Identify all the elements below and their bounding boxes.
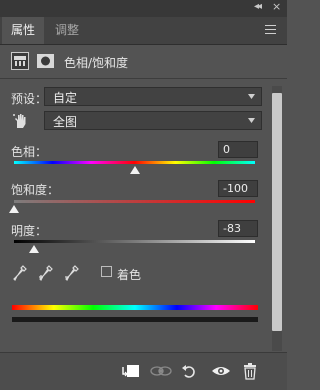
hand-target-icon[interactable] bbox=[12, 112, 30, 130]
scrollbar-thumb[interactable] bbox=[272, 93, 282, 331]
panel-title-bar: ◂◂ × bbox=[0, 0, 287, 17]
hue-input[interactable]: 0 bbox=[218, 141, 258, 158]
eyedropper-subtract-icon[interactable] bbox=[63, 264, 81, 282]
preset-value: 自定 bbox=[53, 91, 78, 105]
channel-value: 全图 bbox=[53, 115, 78, 129]
preset-label: 预设： bbox=[11, 92, 48, 106]
lightness-slider-thumb[interactable] bbox=[29, 245, 40, 253]
tab-properties[interactable]: 属性 bbox=[2, 17, 44, 44]
chevron-down-icon bbox=[248, 118, 255, 123]
panel-title: 色相/饱和度 bbox=[64, 56, 129, 70]
lightness-label: 明度： bbox=[11, 224, 48, 238]
panel-menu-icon[interactable] bbox=[265, 25, 276, 34]
hue-slider-thumb[interactable] bbox=[129, 166, 140, 174]
result-color-strip bbox=[12, 317, 258, 322]
mask-icon[interactable] bbox=[36, 52, 55, 70]
saturation-slider-track[interactable] bbox=[14, 200, 255, 203]
lightness-input[interactable]: -83 bbox=[218, 220, 258, 237]
eyedropper-icon[interactable] bbox=[12, 264, 28, 282]
adjustment-layer-icon[interactable] bbox=[11, 52, 29, 70]
reset-icon[interactable] bbox=[180, 362, 200, 380]
saturation-label: 饱和度： bbox=[11, 183, 60, 197]
close-panel-icon[interactable]: × bbox=[272, 0, 281, 13]
chevron-down-icon bbox=[248, 94, 255, 99]
colorize-checkbox[interactable] bbox=[101, 266, 112, 277]
eyedropper-add-icon[interactable] bbox=[37, 264, 55, 282]
clip-to-layer-icon[interactable] bbox=[121, 362, 141, 380]
source-color-strip bbox=[12, 305, 258, 310]
saturation-input[interactable]: -100 bbox=[218, 180, 258, 197]
panel-footer bbox=[0, 352, 287, 390]
hue-label: 色相： bbox=[11, 145, 48, 159]
lightness-slider-track[interactable] bbox=[14, 240, 255, 243]
tab-adjustments[interactable]: 调整 bbox=[46, 17, 88, 44]
tab-bar: 属性 调整 bbox=[0, 17, 287, 45]
saturation-slider-thumb[interactable] bbox=[9, 205, 19, 213]
trash-icon[interactable] bbox=[241, 362, 261, 380]
view-previous-state-icon[interactable] bbox=[150, 362, 172, 380]
preset-select[interactable]: 自定 bbox=[44, 87, 262, 106]
channel-select[interactable]: 全图 bbox=[44, 111, 262, 130]
visibility-eye-icon[interactable] bbox=[211, 362, 231, 380]
colorize-label: 着色 bbox=[117, 268, 142, 282]
collapse-panel-icon[interactable]: ◂◂ bbox=[254, 1, 262, 12]
divider bbox=[0, 78, 287, 79]
hue-slider-track[interactable] bbox=[14, 161, 255, 164]
